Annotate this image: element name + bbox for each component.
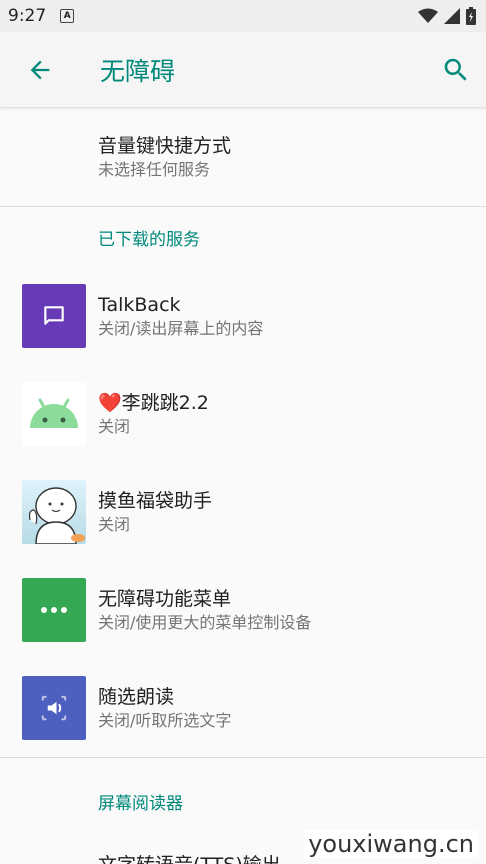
speaker-icon (22, 676, 86, 740)
back-arrow-icon (30, 60, 50, 79)
service-title: 摸鱼福袋助手 (98, 490, 213, 512)
service-litiaotiao[interactable]: ❤️李跳跳2.2 关闭 (0, 365, 486, 463)
service-summary: 关闭/使用更大的菜单控制设备 (98, 613, 312, 632)
service-moyufudai[interactable]: 摸鱼福袋助手 关闭 (0, 463, 486, 561)
service-title: ❤️李跳跳2.2 (98, 392, 209, 414)
status-icons (418, 7, 476, 25)
service-summary: 关闭 (98, 515, 131, 534)
search-button[interactable] (440, 54, 472, 86)
notification-a-icon: A (60, 9, 75, 23)
service-talkback[interactable]: TalkBack 关闭/读出屏幕上的内容 (0, 267, 486, 365)
tts-output-item[interactable]: 文字转语音(TTS)输出 (98, 850, 281, 864)
service-summary: 关闭/听取所选文字 (98, 711, 232, 730)
service-summary: 关闭 (98, 417, 131, 436)
page-title: 无障碍 (100, 56, 176, 86)
volume-shortcut-item[interactable]: 音量键快捷方式 未选择任何服务 (0, 108, 486, 206)
watermark: youxiwang.cn (304, 830, 478, 858)
more-dots-icon (22, 578, 86, 642)
service-accessibility-menu[interactable]: 无障碍功能菜单 关闭/使用更大的菜单控制设备 (0, 561, 486, 659)
service-title: 无障碍功能菜单 (98, 588, 232, 610)
status-bar: 9:27 A (0, 0, 486, 32)
signal-icon (444, 8, 460, 24)
talkback-icon (22, 284, 86, 348)
service-summary: 关闭/读出屏幕上的内容 (98, 319, 264, 338)
downloaded-services-header: 已下载的服务 (98, 229, 200, 250)
service-select-to-speak[interactable]: 随选朗读 关闭/听取所选文字 (0, 659, 486, 757)
app-bar: 无障碍 (0, 32, 486, 108)
search-icon (444, 58, 467, 81)
battery-icon (466, 7, 476, 25)
android-robot-icon (22, 382, 86, 446)
service-title: 随选朗读 (98, 686, 175, 708)
back-button[interactable] (24, 54, 56, 86)
cartoon-character-icon (22, 480, 86, 544)
wifi-icon (418, 8, 438, 23)
volume-shortcut-summary: 未选择任何服务 (98, 160, 211, 179)
status-time: 9:27 (8, 6, 47, 26)
volume-shortcut-title: 音量键快捷方式 (98, 135, 232, 157)
service-title: TalkBack (98, 294, 181, 316)
